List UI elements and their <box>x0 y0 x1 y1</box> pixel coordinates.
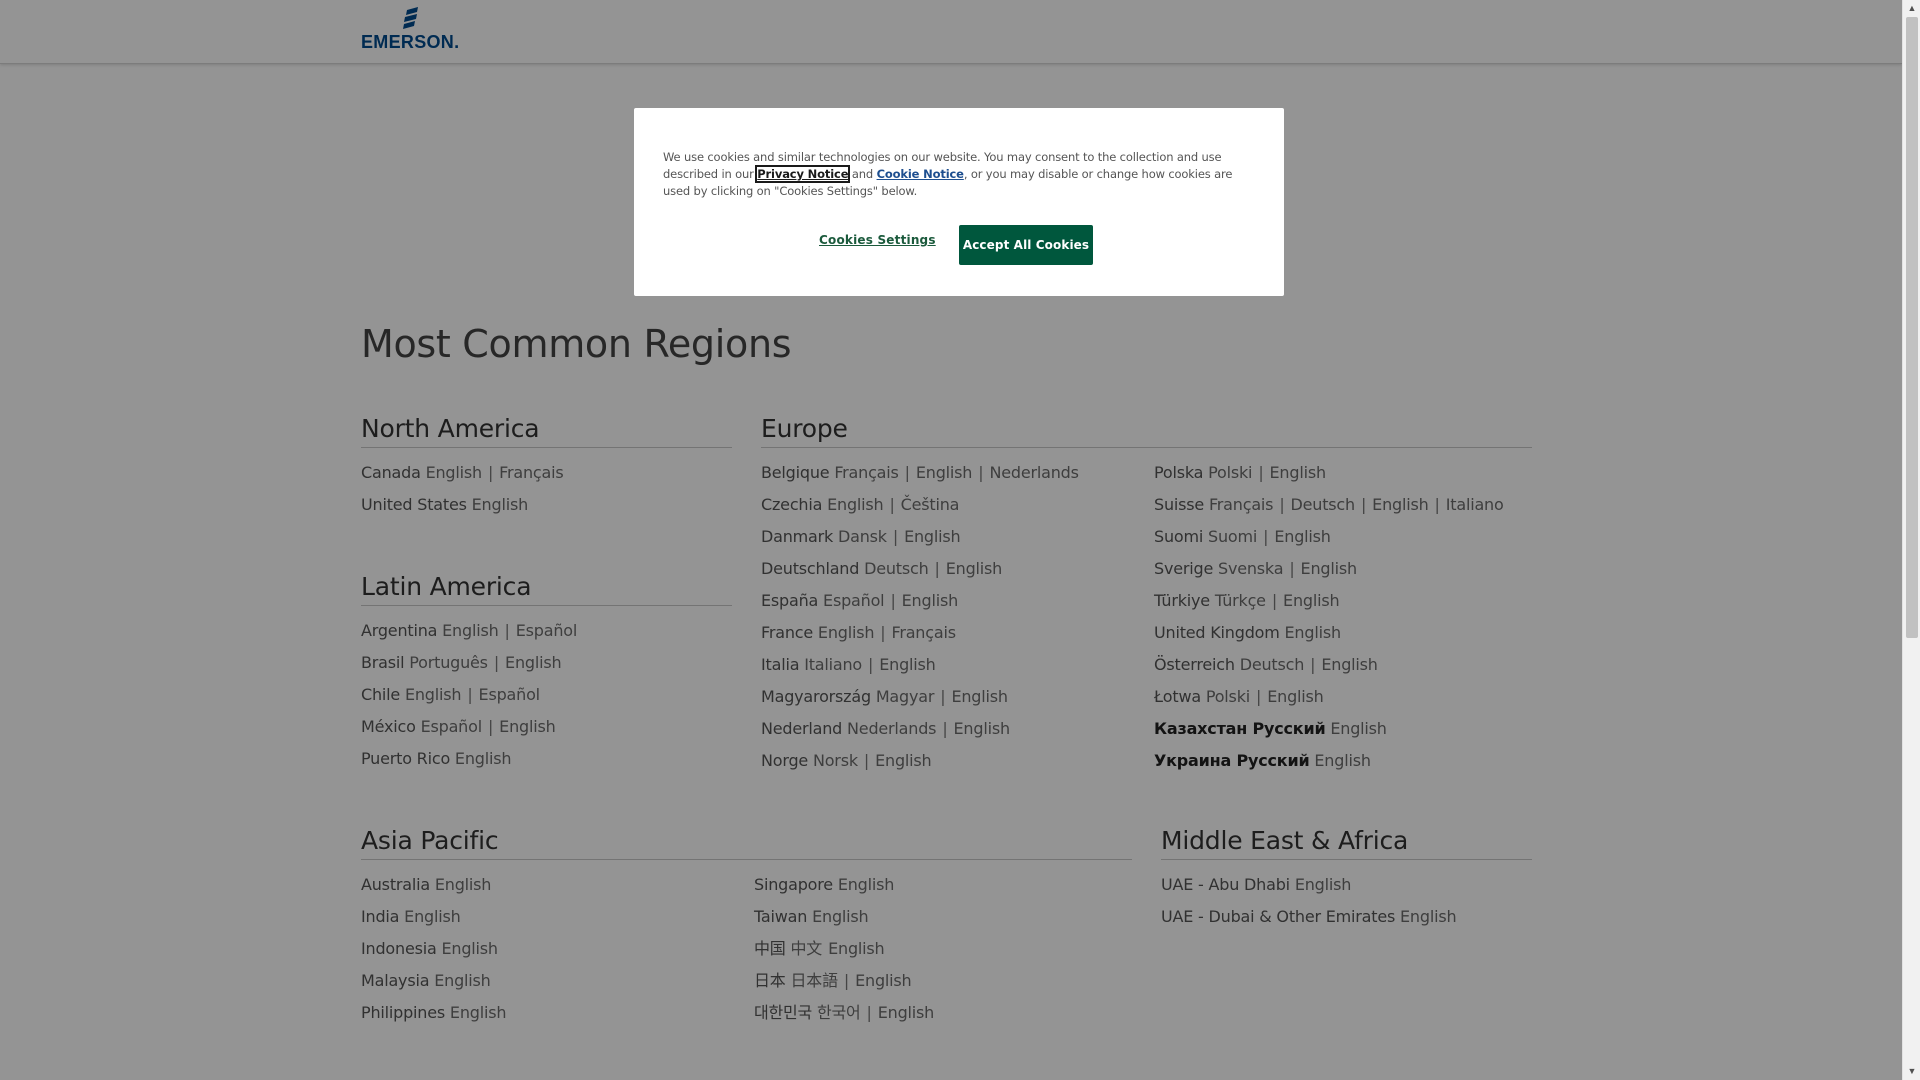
scrollbar-thumb[interactable] <box>1906 17 1918 638</box>
privacy-notice-link[interactable]: Privacy Notice <box>755 165 851 183</box>
vertical-scrollbar[interactable]: ▲ ▼ <box>1902 0 1920 1080</box>
scroll-up-arrow-icon[interactable]: ▲ <box>1903 0 1920 17</box>
cookie-consent-text: We use cookies and similar technologies … <box>663 149 1259 200</box>
cookies-settings-button[interactable]: Cookies Settings <box>819 233 936 247</box>
cookie-text-and: and <box>848 167 877 181</box>
accept-all-cookies-button[interactable]: Accept All Cookies <box>959 225 1093 265</box>
cookie-notice-link[interactable]: Cookie Notice <box>877 167 964 181</box>
scroll-down-arrow-icon[interactable]: ▼ <box>1903 1063 1920 1080</box>
cookie-consent-dialog: We use cookies and similar technologies … <box>634 108 1284 296</box>
